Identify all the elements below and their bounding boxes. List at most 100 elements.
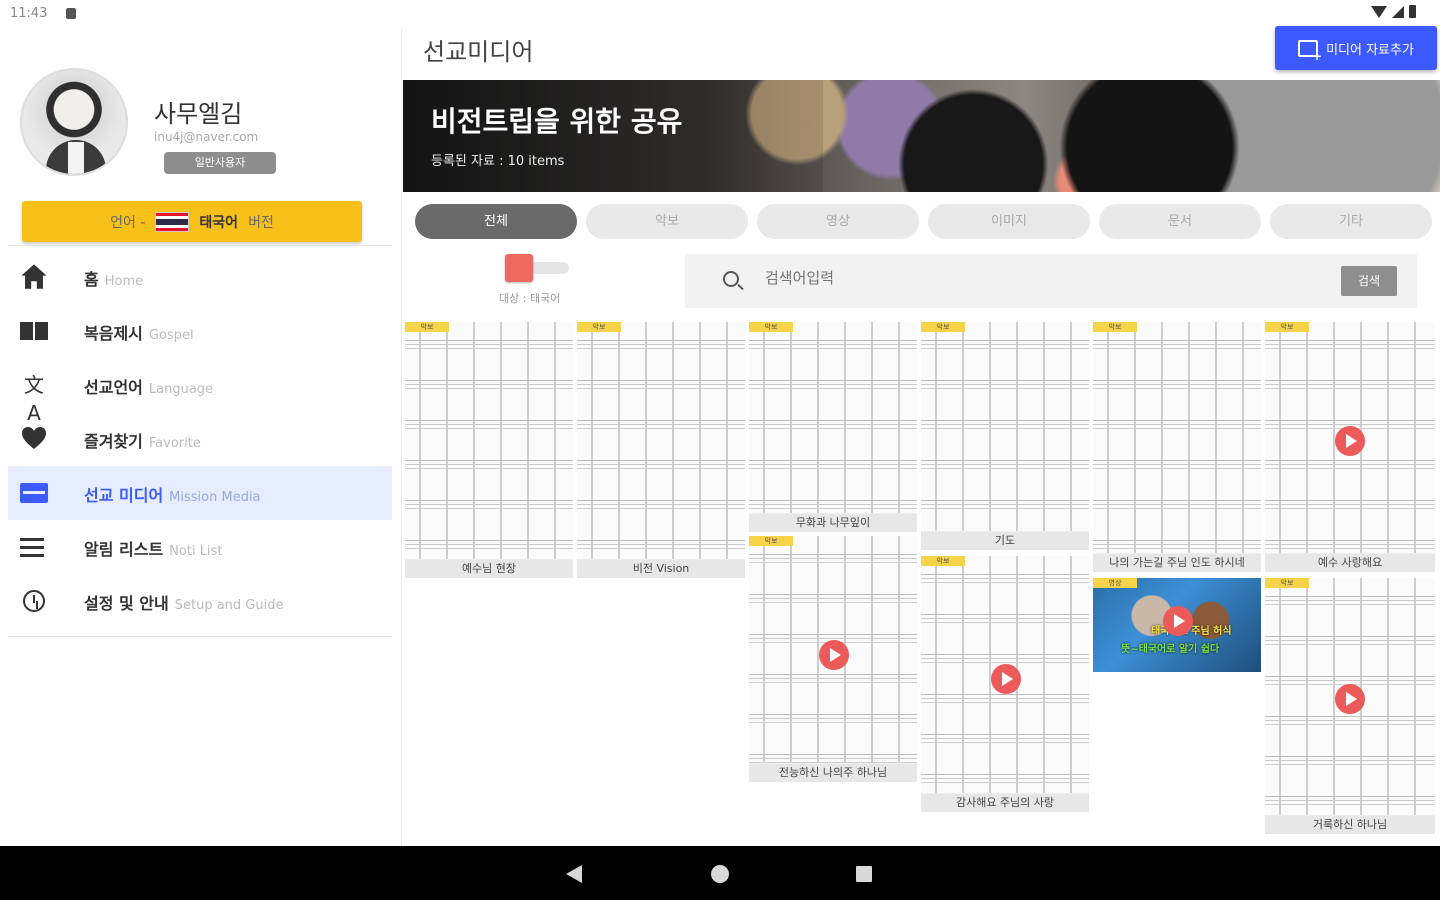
sidebar-item-home[interactable]: 홈 Home [8, 250, 392, 304]
media-caption: 무화과 나무잎이 [749, 514, 917, 532]
play-icon[interactable] [1335, 426, 1365, 456]
banner-subtitle: 등록된 자료 : 10 items [431, 154, 565, 169]
media-card[interactable]: 악보 전능하신 나의주 하나님 [749, 536, 917, 782]
navigation-drawer: 사무엘김 inu4j@naver.com 일반사용자 언어 - 태국어 버전 홈… [0, 28, 402, 846]
language-filter-toggle[interactable] [497, 254, 571, 284]
media-caption: 전능하신 나의주 하나님 [749, 764, 917, 782]
sidebar-item-noti-list[interactable]: 알림 리스트 Noti List [8, 520, 392, 574]
tab-sheet-music[interactable]: 악보 [586, 204, 748, 239]
sidebar-item-label: 설정 및 안내 Setup and Guide [84, 594, 284, 613]
system-navigation-bar [0, 846, 1440, 900]
recent-apps-icon[interactable] [856, 866, 872, 882]
book-icon [20, 322, 48, 340]
media-card[interactable]: 악보 예수 사랑해요 [1265, 322, 1435, 572]
add-media-button[interactable]: 미디어 자료추가 [1275, 26, 1437, 70]
media-card[interactable]: 악보 비전 Vision [577, 322, 745, 578]
status-bar: 11:43 [0, 0, 1440, 28]
sidebar-item-language[interactable]: 文A 선교언어 Language [8, 358, 392, 425]
settings-clock-icon [23, 590, 45, 612]
list-icon [20, 538, 44, 557]
media-card[interactable]: 악보 감사해요 주님의 사랑 [921, 556, 1089, 812]
avatar[interactable] [20, 68, 128, 176]
media-card[interactable]: 태국어로 주님 허식 뜻~태국어로 알기 쉽다 영상 [1093, 578, 1261, 672]
add-photo-icon [1298, 39, 1322, 63]
play-icon[interactable] [991, 664, 1021, 694]
media-type-tag: 악보 [577, 322, 621, 332]
sidebar-item-setup[interactable]: 설정 및 안내 Setup and Guide [8, 574, 392, 628]
battery-icon [1409, 5, 1416, 18]
divider [8, 245, 392, 246]
sidebar-item-label: 선교 미디어 Mission Media [84, 486, 261, 505]
sidebar-item-label: 즐겨찾기 Favorite [84, 432, 201, 451]
tab-all[interactable]: 전체 [415, 204, 577, 239]
banner-title: 비전트립을 위한 공유 [431, 105, 683, 138]
search-button[interactable]: 검색 [1341, 266, 1397, 296]
search-icon [723, 271, 739, 287]
tab-video[interactable]: 영상 [757, 204, 919, 239]
tab-other[interactable]: 기타 [1270, 204, 1432, 239]
media-card[interactable]: 악보 거룩하신 하나님 [1265, 578, 1435, 834]
sidebar-item-label: 선교언어 Language [84, 378, 214, 397]
tab-document[interactable]: 문서 [1099, 204, 1261, 239]
media-caption: 거룩하신 하나님 [1265, 816, 1435, 834]
language-suffix: 버전 [248, 214, 274, 231]
sheet-music-thumbnail [921, 322, 1089, 532]
main-content: 선교미디어 미디어 자료추가 비전트립을 위한 공유 등록된 자료 : 10 i… [403, 26, 1440, 846]
media-card[interactable]: 악보 예수님 현장 [405, 322, 573, 578]
media-type-tag: 영상 [1093, 578, 1137, 588]
page-title: 선교미디어 [423, 38, 534, 66]
toggle-thumb[interactable] [505, 254, 533, 282]
cellular-icon [1392, 5, 1404, 18]
media-type-tag: 악보 [1093, 322, 1137, 332]
sidebar-item-gospel[interactable]: 복음제시 Gospel [8, 304, 392, 358]
media-caption: 예수 사랑해요 [1265, 554, 1435, 572]
home-icon [21, 264, 47, 289]
media-type-tag: 악보 [921, 322, 965, 332]
avatar-shirt [68, 142, 84, 174]
video-overlay-text: 뜻~태국어로 알기 쉽다 [1121, 644, 1220, 655]
tab-image[interactable]: 이미지 [928, 204, 1090, 239]
sidebar-item-favorite[interactable]: 즐겨찾기 Favorite [8, 412, 392, 466]
search-bar: 검색 [685, 254, 1417, 308]
play-icon[interactable] [819, 640, 849, 670]
sidebar-item-label: 복음제시 Gospel [84, 324, 194, 343]
media-type-tag: 악보 [1265, 322, 1309, 332]
search-input[interactable] [765, 269, 1325, 287]
add-media-label: 미디어 자료추가 [1326, 42, 1414, 58]
sidebar-menu: 홈 Home 복음제시 Gospel 文A 선교언어 Language 즐겨찾기 Fav… [8, 250, 392, 628]
media-caption: 비전 Vision [577, 560, 745, 578]
home-button-icon[interactable] [711, 865, 729, 883]
sheet-music-thumbnail [405, 322, 573, 560]
user-name: 사무엘김 [154, 100, 243, 128]
media-caption: 감사해요 주님의 사랑 [921, 794, 1089, 812]
language-prefix: 언어 - [110, 214, 146, 231]
sheet-music-thumbnail [749, 322, 917, 514]
user-role-badge: 일반사용자 [164, 152, 276, 174]
status-icons [1371, 5, 1416, 18]
category-tabs: 전체 악보 영상 이미지 문서 기타 [415, 204, 1432, 239]
media-type-tag: 악보 [1265, 578, 1309, 588]
play-icon[interactable] [1163, 606, 1193, 636]
sidebar-item-label: 알림 리스트 Noti List [84, 540, 223, 559]
banner-image: 비전트립을 위한 공유 등록된 자료 : 10 items [403, 80, 1440, 192]
media-icon [20, 483, 48, 503]
sheet-music-thumbnail [577, 322, 745, 560]
language-version-button[interactable]: 언어 - 태국어 버전 [22, 201, 362, 242]
media-type-tag: 악보 [749, 536, 793, 546]
play-icon[interactable] [1335, 684, 1365, 714]
back-icon[interactable] [566, 865, 582, 883]
media-card[interactable]: 악보 기도 [921, 322, 1089, 550]
media-caption: 기도 [921, 532, 1089, 550]
media-type-tag: 악보 [921, 556, 965, 566]
media-caption: 나의 가는길 주님 인도 하시네 [1093, 554, 1261, 572]
language-name: 태국어 [199, 214, 239, 231]
media-card[interactable]: 악보 나의 가는길 주님 인도 하시네 [1093, 322, 1261, 572]
media-type-tag: 악보 [749, 322, 793, 332]
media-card[interactable]: 악보 무화과 나무잎이 [749, 322, 917, 532]
filter-label: 대상 : 태국어 [499, 292, 561, 305]
sheet-music-thumbnail [1093, 322, 1261, 554]
user-email: inu4j@naver.com [154, 130, 259, 144]
thailand-flag-icon [155, 211, 190, 232]
status-time: 11:43 [10, 6, 48, 21]
sidebar-item-mission-media[interactable]: 선교 미디어 Mission Media [8, 466, 392, 520]
